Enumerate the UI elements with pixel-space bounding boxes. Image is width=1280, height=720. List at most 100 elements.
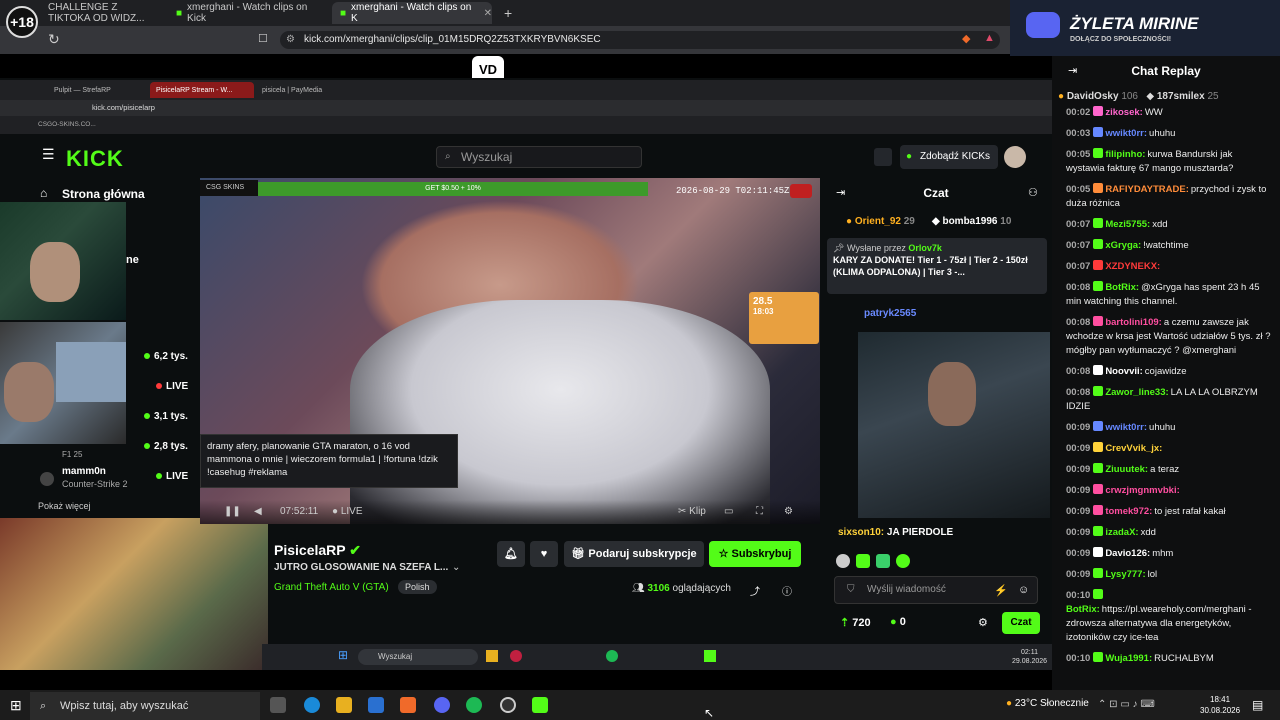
message-user[interactable]: bartolini109: [1105, 317, 1162, 328]
message-user[interactable]: wwikt0rr: [1105, 422, 1147, 433]
message-user[interactable]: BotRix: [1105, 282, 1139, 293]
emote-icon[interactable] [836, 554, 850, 568]
folder-icon[interactable] [486, 650, 498, 662]
inner-tab-pulpit[interactable]: Pulpit — StrefaRP [48, 82, 148, 98]
message-user[interactable]: Zawor_line33: [1105, 387, 1168, 398]
command-icon[interactable]: ⚡ [994, 584, 1008, 597]
discord-icon[interactable] [434, 697, 450, 713]
follow-heart-icon[interactable]: ♥ [530, 541, 558, 567]
sidebar-viewers-3[interactable]: 2,8 tys. [144, 436, 188, 454]
emote-icon[interactable] [856, 554, 870, 568]
obs-icon[interactable] [500, 697, 516, 713]
bookmark-csgo[interactable]: CSGO-SKINS.CO... [38, 121, 96, 128]
system-clock[interactable]: 18:41 30.08.2026 [1200, 694, 1240, 716]
browse-icon[interactable] [874, 148, 892, 166]
emoji-icon[interactable]: ☺ [1018, 584, 1029, 596]
start-icon[interactable]: ⊞ [10, 697, 22, 714]
theater-icon[interactable]: ▭ [724, 506, 733, 517]
url-field[interactable]: ⚙ kick.com/xmerghani/clips/clip_01M15DRQ2… [280, 31, 1000, 49]
chat-users-icon[interactable]: ⚇ [1028, 186, 1038, 199]
message-user[interactable]: crwzjmgnmvbki: [1105, 485, 1179, 496]
tab-challenge[interactable]: CHALLENGE Z TIKTOKA OD WIDZ... [40, 2, 160, 24]
volume-icon[interactable]: ◀ [254, 506, 262, 517]
leader-2[interactable]: 187smilex [1157, 91, 1205, 102]
new-tab-button[interactable]: + [496, 2, 516, 24]
language-badge[interactable]: Polish [398, 580, 437, 594]
show-more-link[interactable]: Pokaż więcej [38, 501, 91, 511]
message-user[interactable]: Ziuuutek: [1105, 464, 1148, 475]
menu-icon[interactable]: ☰ [42, 146, 55, 163]
message-user[interactable]: RAFIYDAYTRADE: [1105, 184, 1189, 195]
inner-tab-stream[interactable]: PisicelaRP Stream - W... [150, 82, 254, 98]
leader-1[interactable]: DavidOsky [1067, 91, 1119, 102]
message-user[interactable]: xGryga: [1105, 240, 1141, 251]
sidebar-user[interactable]: mamm0n [62, 466, 106, 477]
message-user[interactable]: BotRix: [1066, 604, 1100, 615]
message-user[interactable]: filipinho: [1105, 149, 1145, 160]
settings-icon[interactable]: ⚙ [784, 506, 793, 517]
message-user[interactable]: Noovvii: [1105, 366, 1142, 377]
tab-xmerghani-2[interactable]: ■ xmerghani - Watch clips on K ✕ [332, 2, 492, 24]
chat-leader-2[interactable]: ◆ bomba1996 10 [932, 216, 1011, 227]
pause-icon[interactable]: ❚❚ [224, 506, 241, 517]
spotify-icon[interactable] [466, 697, 482, 713]
message-user[interactable]: Davio126: [1105, 548, 1150, 559]
message-user[interactable]: CrevVvik_jx: [1105, 443, 1162, 454]
emote-icon[interactable] [876, 554, 890, 568]
tab-xmerghani-1[interactable]: ■ xmerghani - Watch clips on Kick [168, 2, 328, 24]
sidebar-viewers-2[interactable]: 3,1 tys. [144, 406, 188, 424]
opera-icon[interactable] [510, 650, 522, 662]
message-user[interactable]: tomek972: [1105, 506, 1152, 517]
message-user[interactable]: Lysy777: [1105, 569, 1145, 580]
get-kicks-button[interactable]: ● Zdobądź KICKs [900, 145, 998, 169]
mail-icon[interactable] [368, 697, 384, 713]
sidebar-viewers-1[interactable]: 6,2 tys. [144, 346, 188, 364]
brave-icon[interactable] [400, 697, 416, 713]
sidebar-live-1[interactable]: LIVE [156, 376, 188, 394]
message-user[interactable]: XZDYNEKX: [1105, 261, 1160, 272]
chat-leader-1[interactable]: ● Orient_92 29 [846, 216, 915, 227]
info-icon[interactable]: ⓘ [782, 583, 792, 598]
message-user[interactable]: Wuja1991: [1105, 653, 1152, 664]
chat-settings-icon[interactable]: ⚙ [978, 616, 988, 629]
chat-message-user[interactable]: patryk2565 [864, 308, 916, 319]
notification-bell-icon[interactable]: 🔔︎ [497, 541, 525, 567]
inner-url[interactable]: kick.com/pisicelarp [92, 100, 155, 116]
emote-icon[interactable] [896, 554, 910, 568]
rewards-icon[interactable]: ▲ [984, 32, 995, 44]
bookmark-icon[interactable]: ☐ [258, 32, 268, 45]
kick-logo[interactable]: KICK [66, 146, 124, 172]
kick-app-icon[interactable] [704, 650, 716, 662]
task-view-icon[interactable] [270, 697, 286, 713]
gift-subscription-button[interactable]: 🎁︎ Podaruj subskrypcje [564, 541, 704, 567]
user-avatar[interactable] [1004, 146, 1026, 168]
tray-icons[interactable]: ⌃ ⊡ ▭ ♪ ⌨ [1098, 699, 1155, 710]
file-explorer-icon[interactable] [336, 697, 352, 713]
message-user[interactable]: wwikt0rr: [1105, 128, 1147, 139]
message-user[interactable]: zikosek: [1105, 107, 1143, 118]
close-tab-icon[interactable]: ✕ [484, 8, 492, 19]
weather-tray[interactable]: ● 23°C Słonecznie [1006, 698, 1089, 709]
edge-icon[interactable] [304, 697, 320, 713]
notification-icon[interactable]: ▤ [1252, 698, 1263, 712]
inner-tab-paymedia[interactable]: pisicela | PayMedia [256, 82, 356, 98]
chat-send-button[interactable]: Czat [1002, 612, 1040, 634]
taskbar-search-input[interactable]: ⌕ Wpisz tutaj, aby wyszukać [30, 692, 260, 720]
brave-shield-icon[interactable]: ◆ [962, 32, 970, 45]
message-user[interactable]: izadaX: [1105, 527, 1138, 538]
share-icon[interactable]: ⤴ [750, 583, 760, 598]
channel-name[interactable]: PisicelaRP ✔ [274, 542, 361, 559]
sidebar-home[interactable]: Strona główna [62, 187, 145, 201]
fullscreen-icon[interactable]: ⛶ [756, 506, 763, 517]
inner-search-input[interactable]: Wyszukaj [358, 649, 478, 665]
subscribe-button[interactable]: ☆ Subskrybuj [709, 541, 801, 567]
kick-app-icon[interactable] [532, 697, 548, 713]
search-input[interactable]: ⌕ Wyszukaj [436, 146, 642, 168]
stream-game[interactable]: Grand Theft Auto V (GTA) [274, 582, 389, 593]
windows-icon[interactable]: ⊞ [338, 648, 348, 662]
clip-button[interactable]: ✂ Klip [678, 506, 706, 517]
spotify-icon[interactable] [606, 650, 618, 662]
site-info-icon[interactable]: ⚙ [286, 31, 295, 49]
chevron-down-icon[interactable]: ⌄ [452, 562, 460, 573]
message-user[interactable]: Mezi5755: [1105, 219, 1150, 230]
